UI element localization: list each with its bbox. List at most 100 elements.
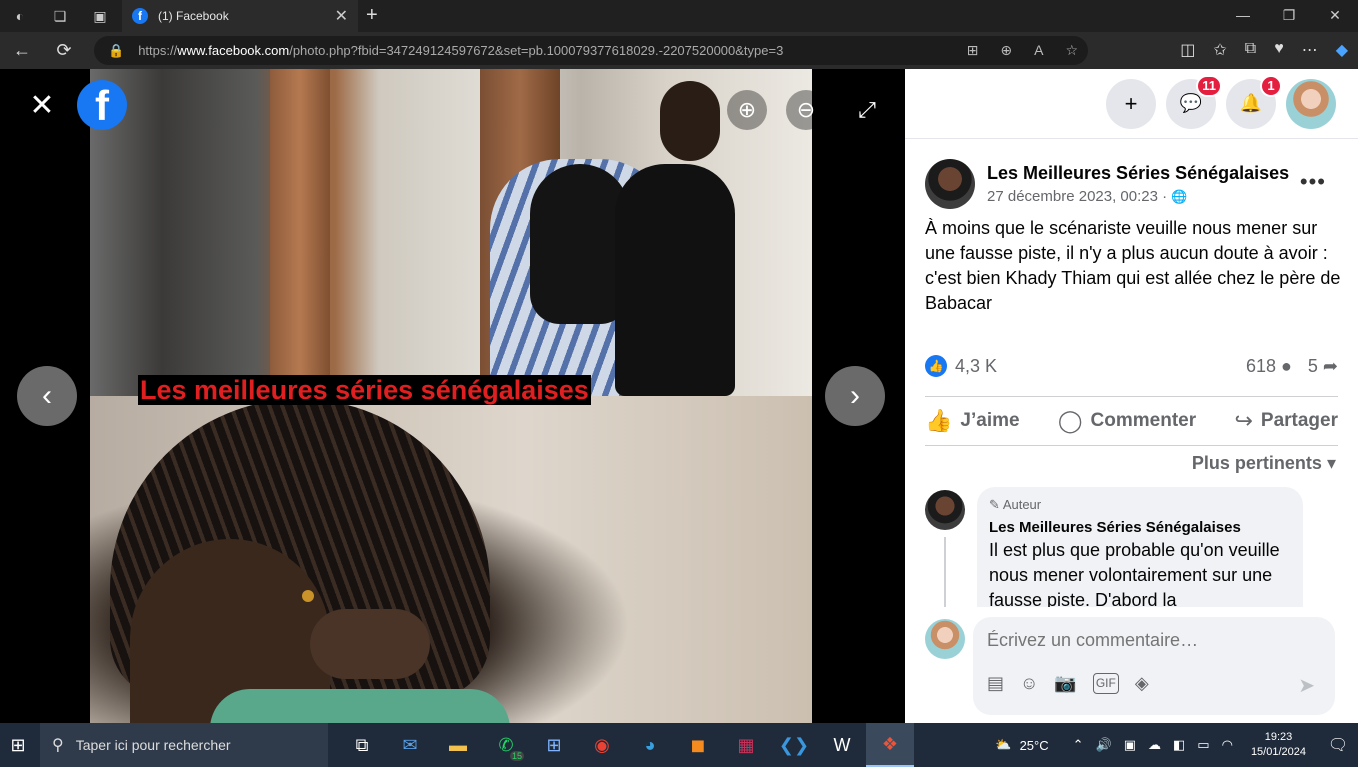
minimize-button[interactable]: — — [1220, 0, 1266, 32]
post-side-panel: + 💬 11 🔔 1 Les Meilleures Séries Sénégal… — [905, 69, 1358, 723]
camera-icon[interactable]: 📷 — [1054, 673, 1076, 694]
app-available-icon[interactable]: ⊞ — [967, 42, 979, 59]
favorite-star-icon[interactable]: ☆ — [1065, 42, 1078, 59]
comment-item: ✎ Auteur Les Meilleures Séries Sénégalai… — [925, 487, 1305, 607]
active-app-icon[interactable]: ❖ — [866, 723, 914, 767]
tab-facebook[interactable]: f (1) Facebook ✕ — [122, 0, 358, 32]
comment-icon: ◯ — [1057, 408, 1083, 433]
zoom-out-icon[interactable]: ⊖ — [786, 90, 826, 130]
account-avatar[interactable] — [1286, 78, 1336, 129]
browser-essentials-icon[interactable]: ♥ — [1274, 40, 1284, 60]
comment-text: Il est plus que probable qu'on veuille n… — [989, 540, 1280, 607]
share-arrow-icon: ➦ — [1322, 355, 1338, 376]
back-icon[interactable]: ← — [4, 32, 40, 69]
refresh-icon[interactable]: ⟳ — [46, 32, 82, 69]
notifications-button[interactable]: 🔔 1 — [1226, 74, 1282, 129]
settings-more-icon[interactable]: ⋯ — [1302, 40, 1318, 60]
page-name[interactable]: Les Meilleures Séries Sénégalaises — [987, 163, 1289, 184]
post-more-options-button[interactable]: ••• — [1300, 169, 1326, 195]
my-avatar[interactable] — [925, 619, 965, 659]
profile-icon[interactable]: ◐ — [0, 0, 40, 32]
battery-icon[interactable]: ▭ — [1197, 737, 1209, 753]
thumbs-up-icon: 👍 — [925, 408, 953, 433]
emoji-icon[interactable]: ☺ — [1020, 673, 1038, 694]
page-avatar[interactable] — [925, 159, 975, 209]
comments-count-value: 618 — [1245, 355, 1276, 376]
shares-count[interactable]: 5 ➦ — [1308, 356, 1338, 377]
tab-actions-icon[interactable]: ▣ — [80, 0, 120, 32]
taskbar-search[interactable]: ⚲ Taper ici pour rechercher — [40, 723, 328, 767]
taskbar-apps: ⧉ ✉ ▬ ✆ 15 ⊞ ◉ ◕ ◼ ▦ ❮❯ W ❖ — [338, 723, 914, 767]
read-aloud-icon[interactable]: A — [1034, 42, 1043, 59]
messenger-icon: 💬 — [1179, 93, 1203, 113]
comment-sort-dropdown[interactable]: Plus pertinents ▾ — [1192, 453, 1336, 474]
comment-author-avatar[interactable] — [925, 490, 965, 530]
zoom-icon[interactable]: ⊕ — [1000, 42, 1012, 59]
weather-widget[interactable]: ⛅ 25°C — [995, 737, 1048, 753]
close-tab-icon[interactable]: ✕ — [335, 6, 348, 26]
comment-button[interactable]: ◯ Commenter — [1058, 408, 1196, 434]
messenger-button[interactable]: 💬 11 — [1166, 74, 1222, 129]
tab-title: (1) Facebook — [158, 9, 229, 23]
globe-icon: 🌐 — [1171, 189, 1188, 204]
meet-icon[interactable]: ◧ — [1173, 737, 1185, 753]
fullscreen-icon[interactable]: ⤢ — [847, 90, 887, 130]
winrar-icon[interactable]: ▦ — [722, 723, 770, 767]
hand — [310, 609, 430, 679]
workspaces-icon[interactable]: ❏ — [40, 0, 80, 32]
wifi-icon[interactable]: ◠ — [1222, 737, 1233, 753]
send-icon[interactable]: ➤ — [1298, 673, 1315, 698]
post-date-text[interactable]: 27 décembre 2023, 00:23 · — [987, 188, 1171, 205]
notification-center-icon[interactable]: 🗨 — [1318, 735, 1358, 755]
share-button[interactable]: ↪ Partager — [1234, 408, 1338, 434]
collections-icon[interactable]: ⧉ — [1245, 40, 1256, 60]
store-icon[interactable]: ⊞ — [530, 723, 578, 767]
comments-count[interactable]: 618 ● — [1246, 356, 1292, 377]
hidden-icons-chevron-icon[interactable]: ⌃ — [1073, 737, 1084, 753]
comment-author-name[interactable]: Les Meilleures Séries Sénégalaises — [989, 519, 1291, 536]
create-button[interactable]: + — [1106, 78, 1156, 129]
task-view-icon[interactable]: ⧉ — [338, 723, 386, 767]
previous-photo-button[interactable]: ‹ — [17, 366, 77, 426]
lock-icon[interactable]: 🔒 — [108, 43, 124, 59]
onedrive-icon[interactable]: ☁ — [1148, 737, 1161, 753]
photo-viewer: Les meilleures séries sénégalaises ✕ f ⊕… — [0, 69, 905, 723]
whatsapp-icon[interactable]: ✆ 15 — [482, 723, 530, 767]
system-tray: ⛅ 25°C ⌃ 🔊 ▣ ☁ ◧ ▭ ◠ 19:23 15/01/2024 🗨 — [995, 723, 1358, 767]
edge-icon[interactable]: ◕ — [626, 723, 674, 767]
zoom-in-icon[interactable]: ⊕ — [727, 90, 767, 130]
split-screen-icon[interactable]: ◫ — [1180, 40, 1195, 60]
copilot-icon[interactable]: ◆ — [1336, 40, 1348, 60]
like-button[interactable]: 👍 J’aime — [925, 408, 1020, 434]
new-tab-button[interactable]: + — [366, 4, 378, 27]
url-bar[interactable]: 🔒 https://www.facebook.com/photo.php?fbi… — [94, 36, 1088, 65]
gif-icon[interactable]: GIF — [1092, 673, 1119, 694]
office-app-icon[interactable]: ◼ — [674, 723, 722, 767]
browser-tab-strip: ◐ ❏ ▣ f (1) Facebook ✕ + — ❐ ✕ — [0, 0, 1358, 32]
vscode-icon[interactable]: ❮❯ — [770, 723, 818, 767]
avatar-sticker-icon[interactable]: ▤ — [987, 673, 1004, 694]
post-date: 27 décembre 2023, 00:23 · 🌐 — [987, 188, 1289, 205]
url-host: www.facebook.com — [177, 43, 290, 58]
facebook-logo-icon[interactable]: f — [77, 80, 127, 130]
sticker-icon[interactable]: ◈ — [1135, 673, 1149, 694]
reaction-stats: 👍 4,3 K 618 ● 5 ➦ — [925, 355, 1338, 377]
likes-count[interactable]: 4,3 K — [955, 356, 997, 377]
mail-icon[interactable]: ✉ — [386, 723, 434, 767]
close-window-button[interactable]: ✕ — [1312, 0, 1358, 32]
file-explorer-icon[interactable]: ▬ — [434, 723, 482, 767]
comment-input[interactable] — [987, 627, 1317, 653]
volume-icon[interactable]: 🔊 — [1096, 737, 1112, 753]
chrome-icon[interactable]: ◉ — [578, 723, 626, 767]
favorites-icon[interactable]: ✩ — [1213, 40, 1226, 60]
clock[interactable]: 19:23 15/01/2024 — [1251, 730, 1306, 760]
share-icon: ↪ — [1234, 408, 1253, 433]
door-frame — [270, 69, 330, 396]
next-photo-button[interactable]: › — [825, 366, 885, 426]
share-label: Partager — [1260, 410, 1338, 431]
device-icon[interactable]: ▣ — [1124, 737, 1136, 753]
wordpad-icon[interactable]: W — [818, 723, 866, 767]
start-button[interactable]: ⊞ — [0, 723, 36, 767]
close-viewer-icon[interactable]: ✕ — [24, 87, 60, 123]
restore-button[interactable]: ❐ — [1266, 0, 1312, 32]
